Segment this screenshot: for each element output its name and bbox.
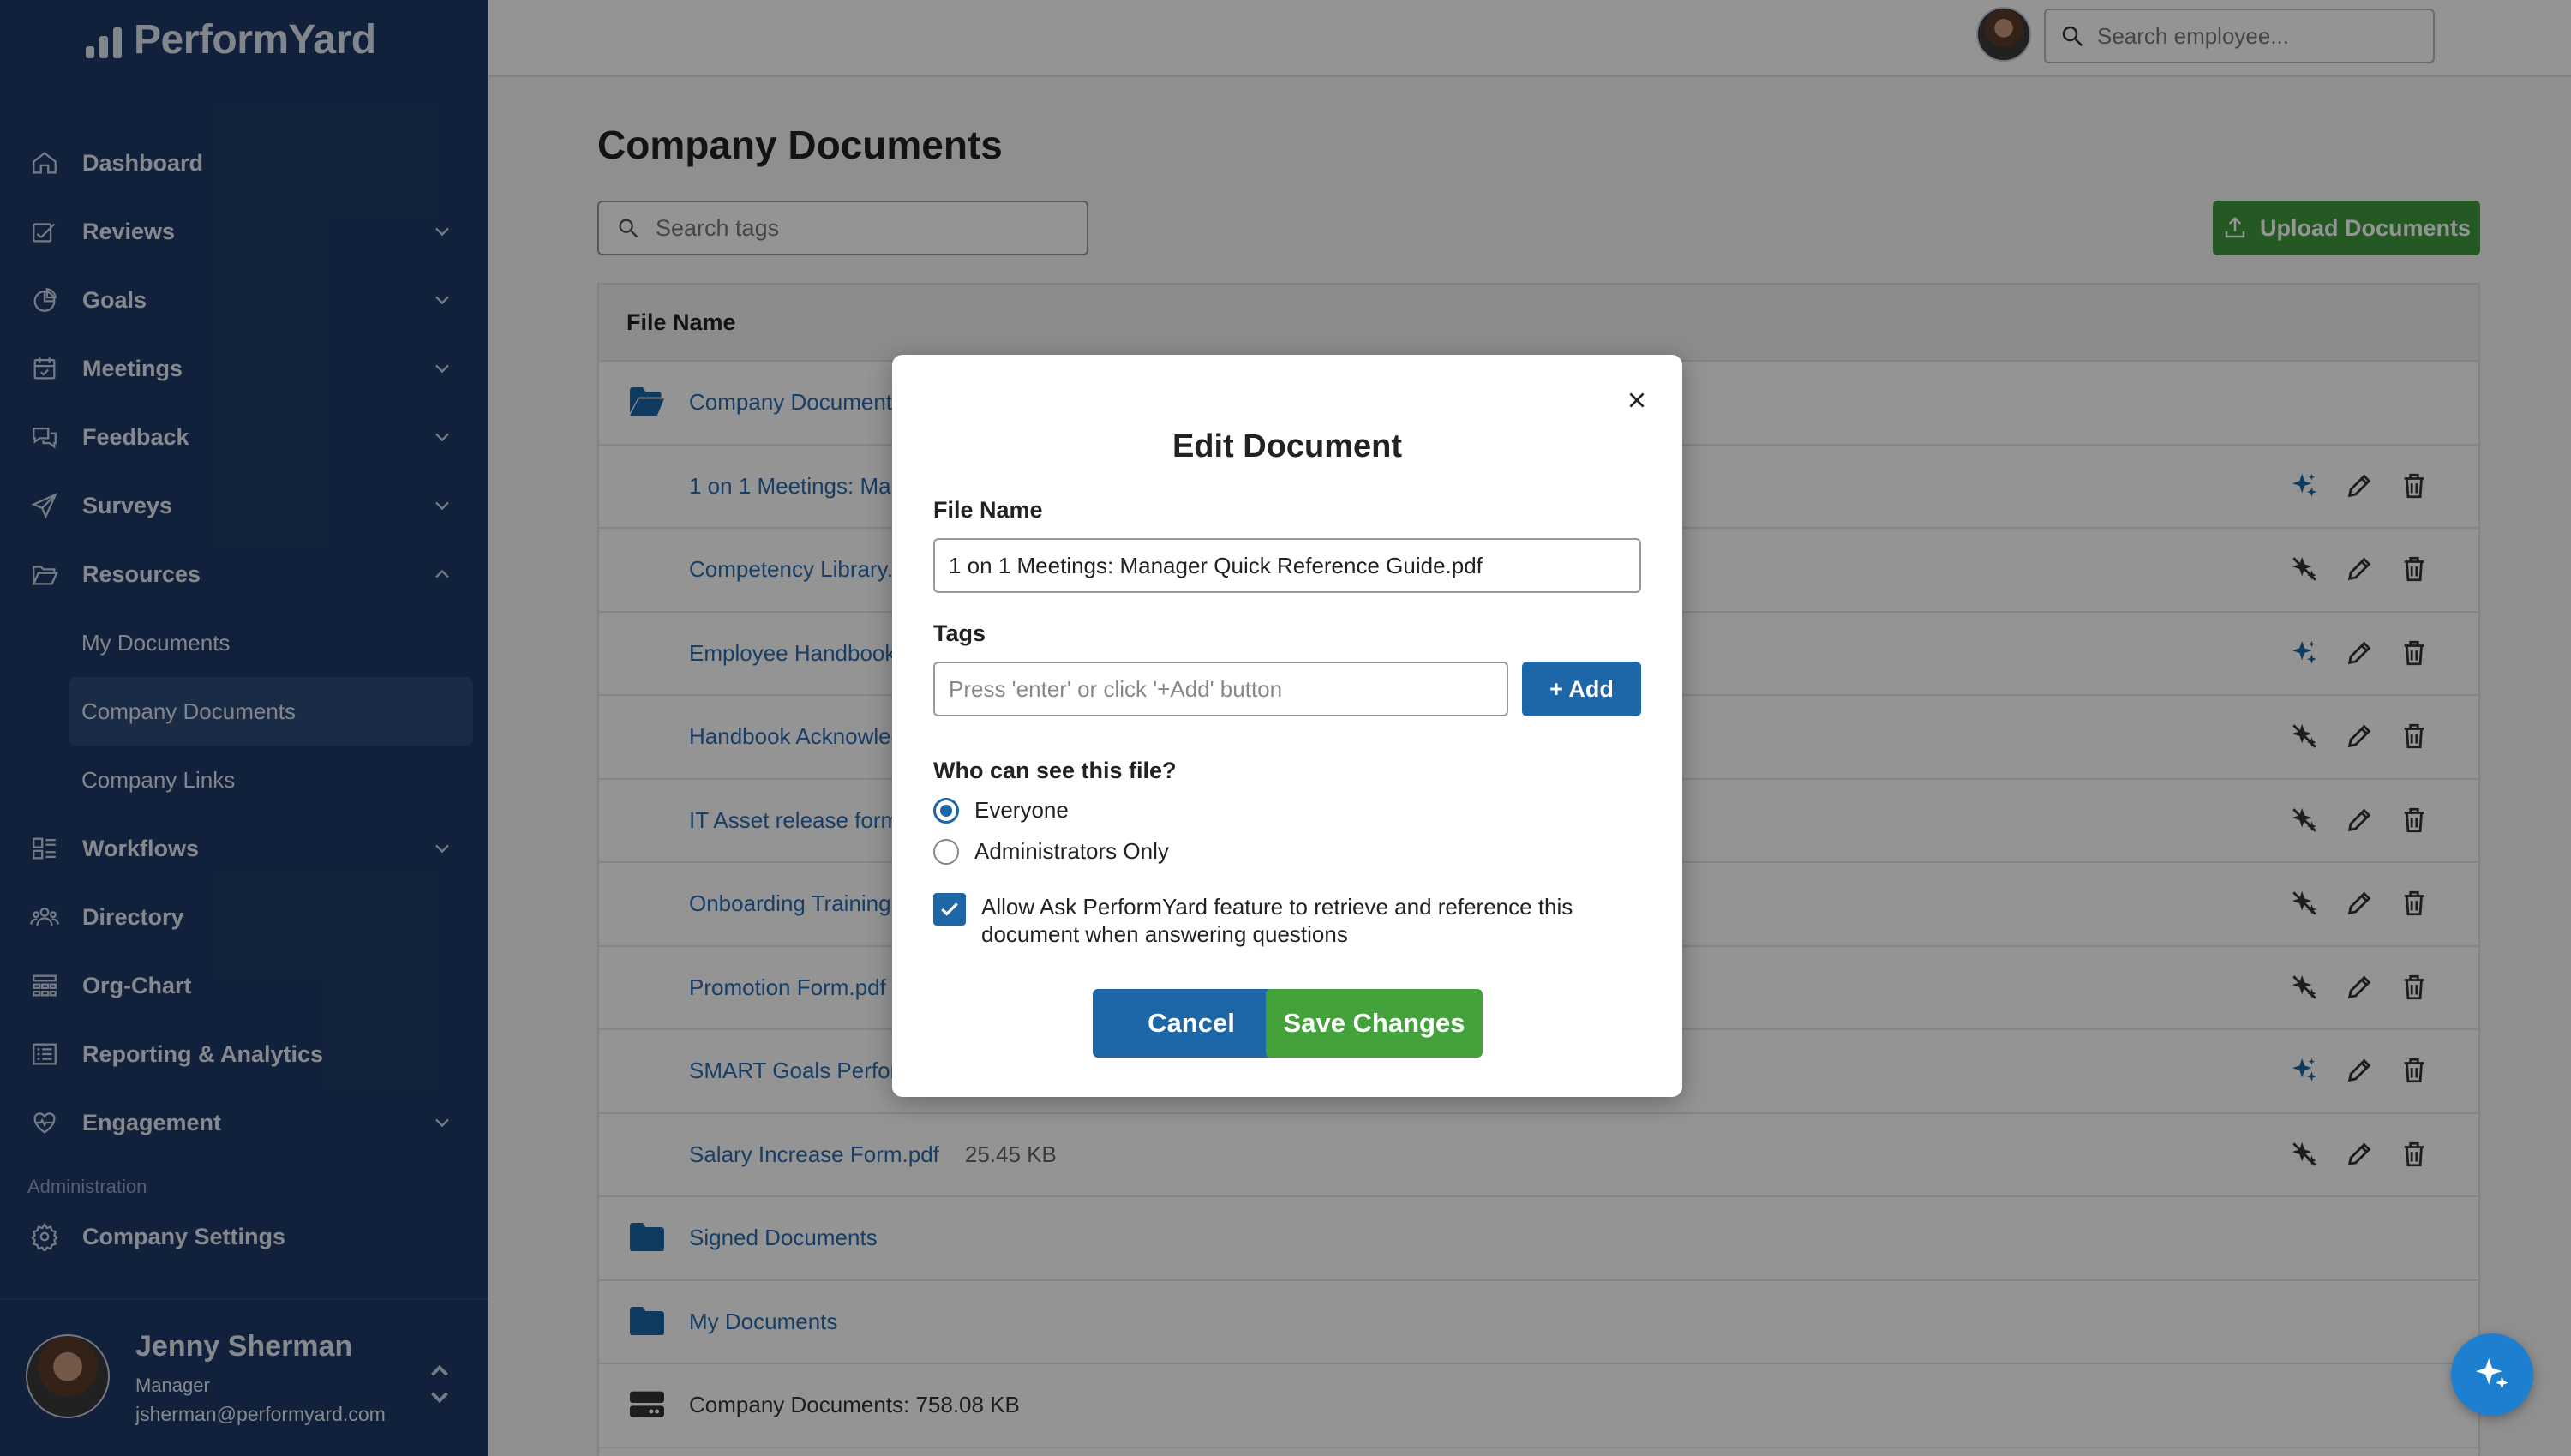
close-icon[interactable] <box>1626 389 1648 411</box>
dialog-title: Edit Document <box>1172 428 1403 464</box>
checkmark-icon <box>941 902 958 916</box>
radio-label: Administrators Only <box>974 838 1169 864</box>
edit-document-dialog: Edit Document File Name 1 on 1 Meetings:… <box>892 355 1682 1097</box>
tags-placeholder: Press 'enter' or click '+Add' button <box>949 675 1283 702</box>
sparkle-icon <box>2475 1357 2509 1390</box>
visibility-label: Who can see this file? <box>933 758 1177 783</box>
save-changes-button[interactable]: Save Changes <box>1266 989 1483 1058</box>
ai-reference-checkbox-row[interactable]: Allow Ask PerformYard feature to retriev… <box>933 893 1633 948</box>
radio-administrators-only[interactable]: Administrators Only <box>933 838 1169 865</box>
file-name-value: 1 on 1 Meetings: Manager Quick Reference… <box>949 552 1483 578</box>
radio-button[interactable] <box>933 838 959 865</box>
tags-input[interactable]: Press 'enter' or click '+Add' button <box>933 662 1508 716</box>
radio-label: Everyone <box>974 797 1069 823</box>
cancel-button[interactable]: Cancel <box>1093 989 1290 1058</box>
radio-everyone[interactable]: Everyone <box>933 797 1069 824</box>
file-name-field[interactable]: 1 on 1 Meetings: Manager Quick Reference… <box>933 538 1641 593</box>
radio-button-selected[interactable] <box>933 797 959 824</box>
checkbox-label: Allow Ask PerformYard feature to retriev… <box>981 894 1573 947</box>
file-name-label: File Name <box>933 497 1043 523</box>
ask-performyard-button[interactable] <box>2451 1333 2533 1416</box>
ai-reference-checkbox[interactable] <box>933 893 966 926</box>
add-tag-button[interactable]: + Add <box>1522 662 1641 716</box>
tags-label: Tags <box>933 620 986 646</box>
